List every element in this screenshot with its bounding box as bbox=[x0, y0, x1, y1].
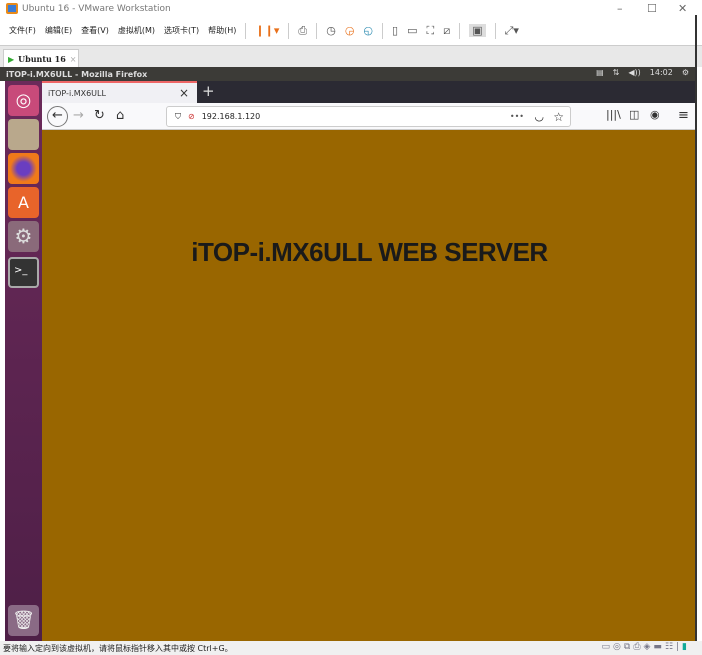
home-button[interactable]: ⌂ bbox=[116, 108, 124, 123]
vm-tabbar: ▶ Ubuntu 16 × bbox=[0, 45, 702, 68]
trash-icon[interactable]: 🗑 bbox=[8, 605, 39, 636]
divider bbox=[382, 22, 384, 39]
snapshot-manager-icon[interactable]: ◵ bbox=[363, 24, 373, 37]
volume-icon[interactable]: ◀)) bbox=[628, 68, 640, 77]
close-button[interactable]: ✕ bbox=[678, 2, 687, 15]
menu-view[interactable]: 查看(V) bbox=[81, 25, 109, 36]
pause-icon[interactable]: ❙❙▾ bbox=[255, 24, 279, 37]
forward-button[interactable]: → bbox=[73, 108, 84, 123]
reload-button[interactable]: ↻ bbox=[94, 108, 105, 123]
page-actions-button[interactable]: ••• bbox=[510, 112, 524, 121]
shield-icon[interactable]: ⛉ bbox=[175, 112, 181, 122]
clock[interactable]: 14:02 bbox=[650, 68, 673, 77]
page-heading: iTOP-i.MX6ULL WEB SERVER bbox=[191, 237, 548, 267]
vm-tab-label: Ubuntu 16 bbox=[18, 54, 66, 64]
sidebar-icon[interactable]: ◫ bbox=[629, 108, 639, 121]
firefox-navbar: ← → ↻ ⌂ ⛉ ⊘ 192.168.1.120 ••• ◡ ☆ |||\ ◫… bbox=[42, 103, 697, 130]
vm-tab-close-icon[interactable]: × bbox=[70, 55, 77, 64]
new-tab-button[interactable]: + bbox=[202, 82, 215, 100]
revert-snapshot-icon[interactable]: ◶ bbox=[345, 24, 355, 37]
divider bbox=[459, 22, 461, 39]
system-settings-icon[interactable]: ⚙ bbox=[8, 221, 39, 252]
snapshot-icon[interactable]: ◷ bbox=[326, 24, 336, 37]
maximize-button[interactable]: ☐ bbox=[647, 2, 657, 15]
minimize-button[interactable]: – bbox=[617, 2, 623, 15]
dash-ubuntu-icon[interactable]: ◎ bbox=[8, 85, 39, 116]
window-title: Ubuntu 16 - VMware Workstation bbox=[22, 4, 171, 14]
settings-gear-icon[interactable]: ⚙ bbox=[682, 68, 689, 77]
firefox-tabbar: iTOP-i.MX6ULL × + bbox=[42, 81, 697, 103]
url-text[interactable]: 192.168.1.120 bbox=[202, 112, 261, 121]
vmware-logo-icon bbox=[6, 3, 18, 14]
menubar: 文件(F) 编辑(E) 查看(V) 虚拟机(M) 选项卡(T) 帮助(H) ❙❙… bbox=[0, 19, 702, 42]
menu-file[interactable]: 文件(F) bbox=[9, 25, 36, 36]
window-titlebar: Ubuntu 16 - VMware Workstation – ☐ ✕ bbox=[0, 0, 702, 18]
vm-border bbox=[695, 15, 697, 641]
url-bar[interactable]: ⛉ ⊘ 192.168.1.120 ••• ◡ ☆ bbox=[166, 106, 571, 127]
send-keys-icon[interactable]: ⎙ bbox=[298, 24, 307, 38]
device-icons[interactable]: ▭◎⧉⎙◈▬☷|▮ bbox=[602, 642, 690, 652]
tab-close-icon[interactable]: × bbox=[179, 86, 189, 100]
unity-icon[interactable]: ⧄ bbox=[443, 24, 450, 38]
web-page-content: iTOP-i.MX6ULL WEB SERVER bbox=[42, 130, 697, 641]
files-icon[interactable] bbox=[8, 119, 39, 150]
bookmark-star-icon[interactable]: ☆ bbox=[553, 110, 564, 124]
divider bbox=[316, 22, 318, 39]
panel-window-title: iTOP-i.MX6ULL - Mozilla Firefox bbox=[6, 69, 148, 79]
firefox-icon[interactable] bbox=[8, 153, 39, 184]
menu-help[interactable]: 帮助(H) bbox=[208, 25, 236, 36]
account-icon[interactable]: ◉ bbox=[650, 108, 660, 121]
firefox-tab[interactable]: iTOP-i.MX6ULL × bbox=[42, 81, 197, 103]
menu-edit[interactable]: 编辑(E) bbox=[45, 25, 72, 36]
divider bbox=[494, 22, 496, 39]
tab-title: iTOP-i.MX6ULL bbox=[48, 88, 106, 98]
back-button[interactable]: ← bbox=[47, 106, 68, 127]
terminal-icon[interactable]: >_ bbox=[8, 257, 39, 288]
divider bbox=[245, 22, 247, 39]
software-center-icon[interactable]: A bbox=[8, 187, 39, 218]
vm-tab-ubuntu[interactable]: ▶ Ubuntu 16 × bbox=[3, 49, 79, 68]
thumbnail-view-icon[interactable]: ▭ bbox=[407, 24, 417, 37]
menu-tabs[interactable]: 选项卡(T) bbox=[164, 25, 199, 36]
insecure-lock-icon[interactable]: ⊘ bbox=[188, 112, 195, 121]
divider bbox=[288, 22, 290, 39]
ubuntu-top-panel: iTOP-i.MX6ULL - Mozilla Firefox ▤ ⇅ ◀)) … bbox=[0, 67, 697, 81]
keyboard-icon[interactable]: ▤ bbox=[596, 68, 604, 77]
ubuntu-launcher: ◎ A ⚙ >_ 🗑 bbox=[5, 81, 42, 641]
menu-hamburger-icon[interactable]: ≡ bbox=[678, 108, 689, 123]
fullscreen-icon[interactable]: ⛶ bbox=[427, 24, 435, 38]
pocket-icon[interactable]: ◡ bbox=[534, 110, 544, 123]
console-icon[interactable]: ▣ bbox=[469, 24, 486, 37]
status-text: 要将输入定向到该虚拟机，请将鼠标指针移入其中或按 Ctrl+G。 bbox=[3, 643, 233, 653]
network-icon[interactable]: ⇅ bbox=[613, 68, 620, 77]
status-bar: 要将输入定向到该虚拟机，请将鼠标指针移入其中或按 Ctrl+G。 ▭◎⧉⎙◈▬☷… bbox=[0, 641, 702, 655]
vm-status-icon[interactable]: ▮ bbox=[682, 642, 690, 652]
sidebar-view-icon[interactable]: ▯ bbox=[392, 24, 398, 37]
stretch-icon[interactable]: ⤢▾ bbox=[505, 24, 519, 38]
menu-vm[interactable]: 虚拟机(M) bbox=[118, 25, 155, 36]
vm-running-icon: ▶ bbox=[8, 54, 15, 64]
library-icon[interactable]: |||\ bbox=[606, 108, 621, 121]
